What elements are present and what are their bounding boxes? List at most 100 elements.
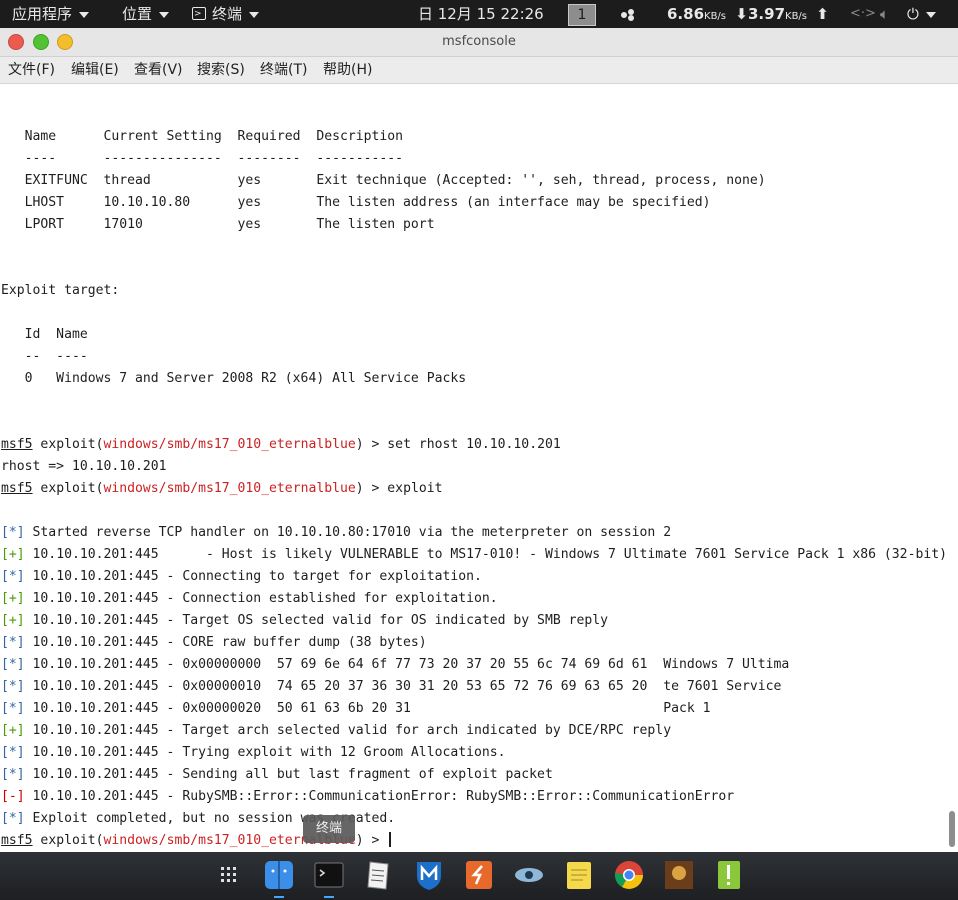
- status-message: 10.10.10.201:445 - Connection establishe…: [24, 591, 498, 606]
- dock-item[interactable]: [262, 858, 296, 898]
- terminal-output[interactable]: Name Current Setting Required Descriptio…: [0, 84, 958, 852]
- terminal-app-menu[interactable]: 终端: [192, 0, 260, 28]
- terminal-line: msf5 exploit(windows/smb/ms17_010_eterna…: [1, 478, 947, 500]
- terminal-icon: [192, 0, 206, 28]
- sticky-note-icon: [567, 862, 591, 889]
- status-message: 10.10.10.201:445 - Target OS selected va…: [24, 613, 609, 628]
- terminal-line: [*] 10.10.10.201:445 - 0x00000010 74 65 …: [1, 676, 947, 698]
- terminal-line: ---- --------------- -------- ----------…: [1, 151, 404, 166]
- app-grid-icon: [221, 867, 236, 882]
- menu-file[interactable]: 文件(F): [8, 57, 55, 83]
- status-tag: [*]: [1, 657, 25, 672]
- menu-view[interactable]: 查看(V): [134, 57, 183, 83]
- arrow-down-icon: ⬇: [735, 5, 748, 23]
- status-message: 10.10.10.201:445 - Trying exploit with 1…: [24, 745, 506, 760]
- game-icon: [665, 861, 693, 889]
- status-message: 10.10.10.201:445 - CORE raw buffer dump …: [24, 635, 427, 650]
- status-message: 10.10.10.201:445 - 0x00000000 57 69 6e 6…: [24, 657, 790, 672]
- chevron-down-icon: [249, 11, 260, 18]
- dock-item[interactable]: [512, 858, 546, 892]
- network-icon[interactable]: [620, 0, 636, 28]
- applications-menu[interactable]: 应用程序: [12, 0, 90, 28]
- command-text: ) > exploit: [355, 481, 443, 496]
- arrow-up-icon: ⬆: [816, 5, 829, 23]
- net-upload-unit: KB/s: [785, 11, 808, 22]
- notes-icon: [367, 861, 389, 890]
- net-download-value: 6.86: [667, 5, 705, 23]
- status-message: 10.10.10.201:445 - Host is likely VULNER…: [24, 547, 947, 562]
- status-tag: [-]: [1, 789, 25, 804]
- text-cursor: [389, 832, 392, 847]
- prompt-msf5: msf5: [1, 437, 33, 452]
- terminal-line: msf5 exploit(windows/smb/ms17_010_eterna…: [1, 434, 947, 456]
- status-message: Started reverse TCP handler on 10.10.10.…: [24, 525, 672, 540]
- dock-item[interactable]: [212, 858, 246, 892]
- terminal-line: msf5 exploit(windows/smb/ms17_010_eterna…: [1, 830, 947, 852]
- status-tag: [+]: [1, 613, 25, 628]
- status-tag: [+]: [1, 723, 25, 738]
- status-message: 10.10.10.201:445 - Sending all but last …: [24, 767, 553, 782]
- status-tag: [*]: [1, 525, 25, 540]
- menu-terminal[interactable]: 终端(T): [260, 57, 307, 83]
- terminal-line: [+] 10.10.10.201:445 - Connection establ…: [1, 588, 947, 610]
- network-status-icon[interactable]: <·>: [850, 0, 876, 28]
- net-download: 6.86KB/s ⬇: [667, 0, 748, 28]
- terminal-line: EXITFUNC thread yes Exit technique (Acce…: [1, 173, 766, 188]
- status-message: 10.10.10.201:445 - Connecting to target …: [24, 569, 482, 584]
- net-upload-value: 3.97: [748, 5, 786, 23]
- power-menu[interactable]: ⏻: [907, 0, 936, 28]
- status-tag: [+]: [1, 547, 25, 562]
- terminal-lines: Name Current Setting Required Descriptio…: [1, 104, 947, 852]
- dock-item[interactable]: [712, 858, 746, 892]
- terminal-line: rhost => 10.10.10.201: [1, 459, 167, 474]
- terminal-line: [*] 10.10.10.201:445 - Sending all but l…: [1, 764, 947, 786]
- net-upload: 3.97KB/s ⬆: [748, 0, 829, 28]
- metasploit-icon: [417, 862, 441, 890]
- terminal-line: [*] Started reverse TCP handler on 10.10…: [1, 522, 947, 544]
- chevron-down-icon: [925, 11, 936, 18]
- dock-item[interactable]: [612, 858, 646, 892]
- status-tag: [*]: [1, 811, 25, 826]
- terminal-line: [*] Exploit completed, but no session wa…: [1, 808, 947, 830]
- dock-item[interactable]: [662, 858, 696, 892]
- dock-item[interactable]: [412, 858, 446, 892]
- command-text: ) > set rhost 10.10.10.201: [355, 437, 561, 452]
- menu-search[interactable]: 搜索(S): [197, 57, 245, 83]
- places-menu[interactable]: 位置: [122, 0, 170, 28]
- chevron-down-icon: [79, 11, 90, 18]
- dock-item[interactable]: [462, 858, 496, 892]
- finder-icon: [265, 861, 293, 889]
- terminal-line: [*] 10.10.10.201:445 - Connecting to tar…: [1, 566, 947, 588]
- terminal-line: -- ----: [1, 349, 88, 364]
- menu-help[interactable]: 帮助(H): [323, 57, 372, 83]
- terminal-app-label: 终端: [212, 5, 243, 23]
- status-message: 10.10.10.201:445 - 0x00000010 74 65 20 3…: [24, 679, 782, 694]
- window-titlebar[interactable]: msfconsole: [0, 28, 958, 57]
- status-message: 10.10.10.201:445 - Target arch selected …: [24, 723, 672, 738]
- power-icon: ⏻: [907, 5, 919, 23]
- terminal-line: Id Name: [1, 327, 88, 342]
- menu-edit[interactable]: 编辑(E): [71, 57, 119, 83]
- terminal-line: [*] 10.10.10.201:445 - 0x00000000 57 69 …: [1, 654, 947, 676]
- clock[interactable]: 日 12月 15 22:26: [418, 0, 544, 28]
- scrollbar-thumb[interactable]: [949, 811, 955, 847]
- status-tag: [*]: [1, 745, 25, 760]
- volume-icon[interactable]: 🔈︎: [880, 0, 889, 28]
- status-message: 10.10.10.201:445 - RubySMB::Error::Commu…: [24, 789, 735, 804]
- menubar: 文件(F) 编辑(E) 查看(V) 搜索(S) 终端(T) 帮助(H): [0, 57, 958, 84]
- running-indicator: [324, 896, 334, 898]
- net-download-unit: KB/s: [704, 11, 727, 22]
- prompt-text: exploit(: [32, 833, 104, 848]
- dock-item[interactable]: [562, 858, 596, 892]
- dock-item[interactable]: [362, 858, 396, 892]
- burpsuite-icon: [466, 861, 492, 889]
- workspace-indicator[interactable]: 1: [568, 4, 596, 26]
- dock-item[interactable]: [312, 858, 346, 898]
- command-text: ) >: [355, 833, 388, 848]
